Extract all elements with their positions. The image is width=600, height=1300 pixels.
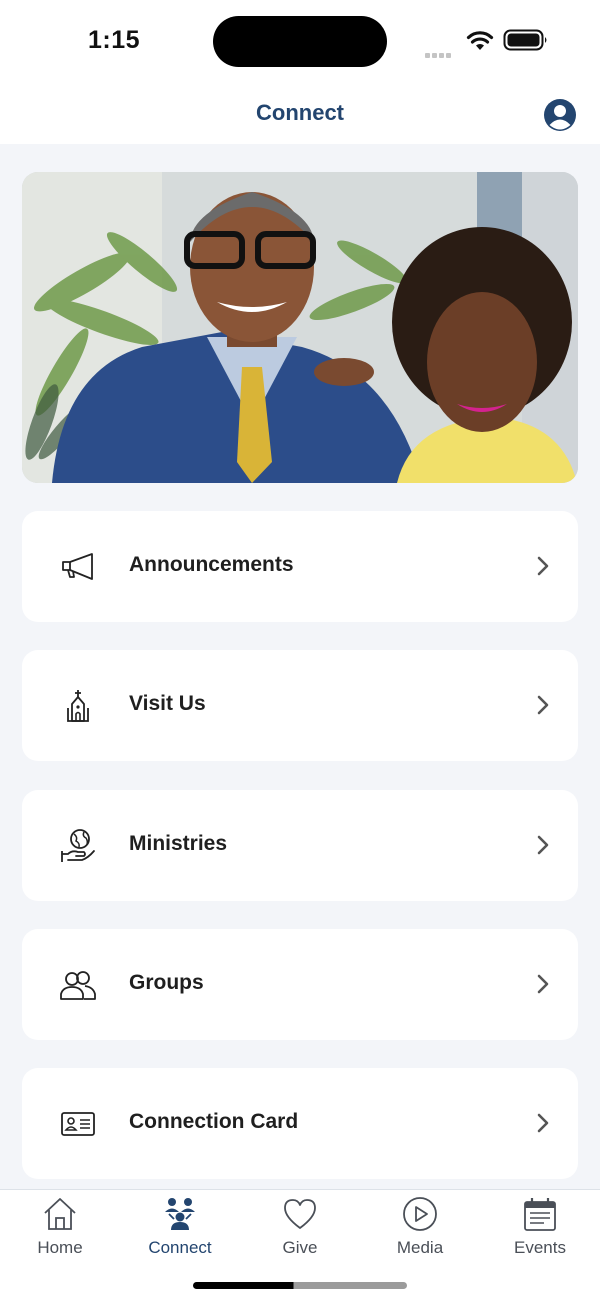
menu-item-label: Ministries [129,832,228,855]
tab-events[interactable]: Events [480,1196,600,1266]
menu-item-connection-card[interactable]: Connection Card [22,1068,578,1179]
tab-label: Media [396,1238,444,1257]
home-icon [44,1198,76,1230]
tab-label: Connect [148,1238,212,1257]
status-time: 1:15 [88,26,141,54]
tab-label: Events [514,1238,566,1257]
menu-item-label: Groups [129,971,204,994]
page-title: Connect [256,100,344,125]
connect-people-icon [165,1198,195,1230]
home-indicator [193,1282,407,1289]
menu-item-label: Connection Card [129,1110,299,1133]
church-icon [67,690,89,722]
menu-item-ministries[interactable]: Ministries [22,790,578,901]
status-bar: 1:15 [0,0,600,84]
chevron-right-icon [537,695,549,715]
cellular-signal-icon [425,45,453,63]
chevron-right-icon [537,556,549,576]
menu-item-label: Announcements [129,553,294,576]
tab-give[interactable]: Give [240,1196,360,1266]
heart-icon [284,1199,316,1229]
play-circle-icon [403,1197,437,1231]
menu-item-label: Visit Us [129,692,206,715]
chevron-right-icon [537,974,549,994]
chevron-right-icon [537,1113,549,1133]
tab-bar: Home Connect Give Media Events [0,1189,600,1300]
chevron-right-icon [537,835,549,855]
tab-media[interactable]: Media [360,1196,480,1266]
id-card-icon [61,1112,95,1136]
dynamic-island [213,16,387,67]
hero-image [22,172,578,483]
profile-icon[interactable] [543,98,577,132]
calendar-icon [524,1198,556,1231]
megaphone-icon [62,553,93,580]
tab-connect[interactable]: Connect [120,1196,240,1266]
hero-photo-illustration [22,172,578,483]
nav-header: Connect [0,84,600,144]
menu-item-announcements[interactable]: Announcements [22,511,578,622]
tab-label: Give [282,1238,318,1257]
globe-in-hand-icon [61,829,95,862]
tab-home[interactable]: Home [0,1196,120,1266]
people-icon [60,971,96,1000]
wifi-icon [466,31,494,50]
tab-label: Home [37,1238,83,1257]
menu-item-groups[interactable]: Groups [22,929,578,1040]
menu-item-visit-us[interactable]: Visit Us [22,650,578,761]
battery-icon [503,29,547,51]
